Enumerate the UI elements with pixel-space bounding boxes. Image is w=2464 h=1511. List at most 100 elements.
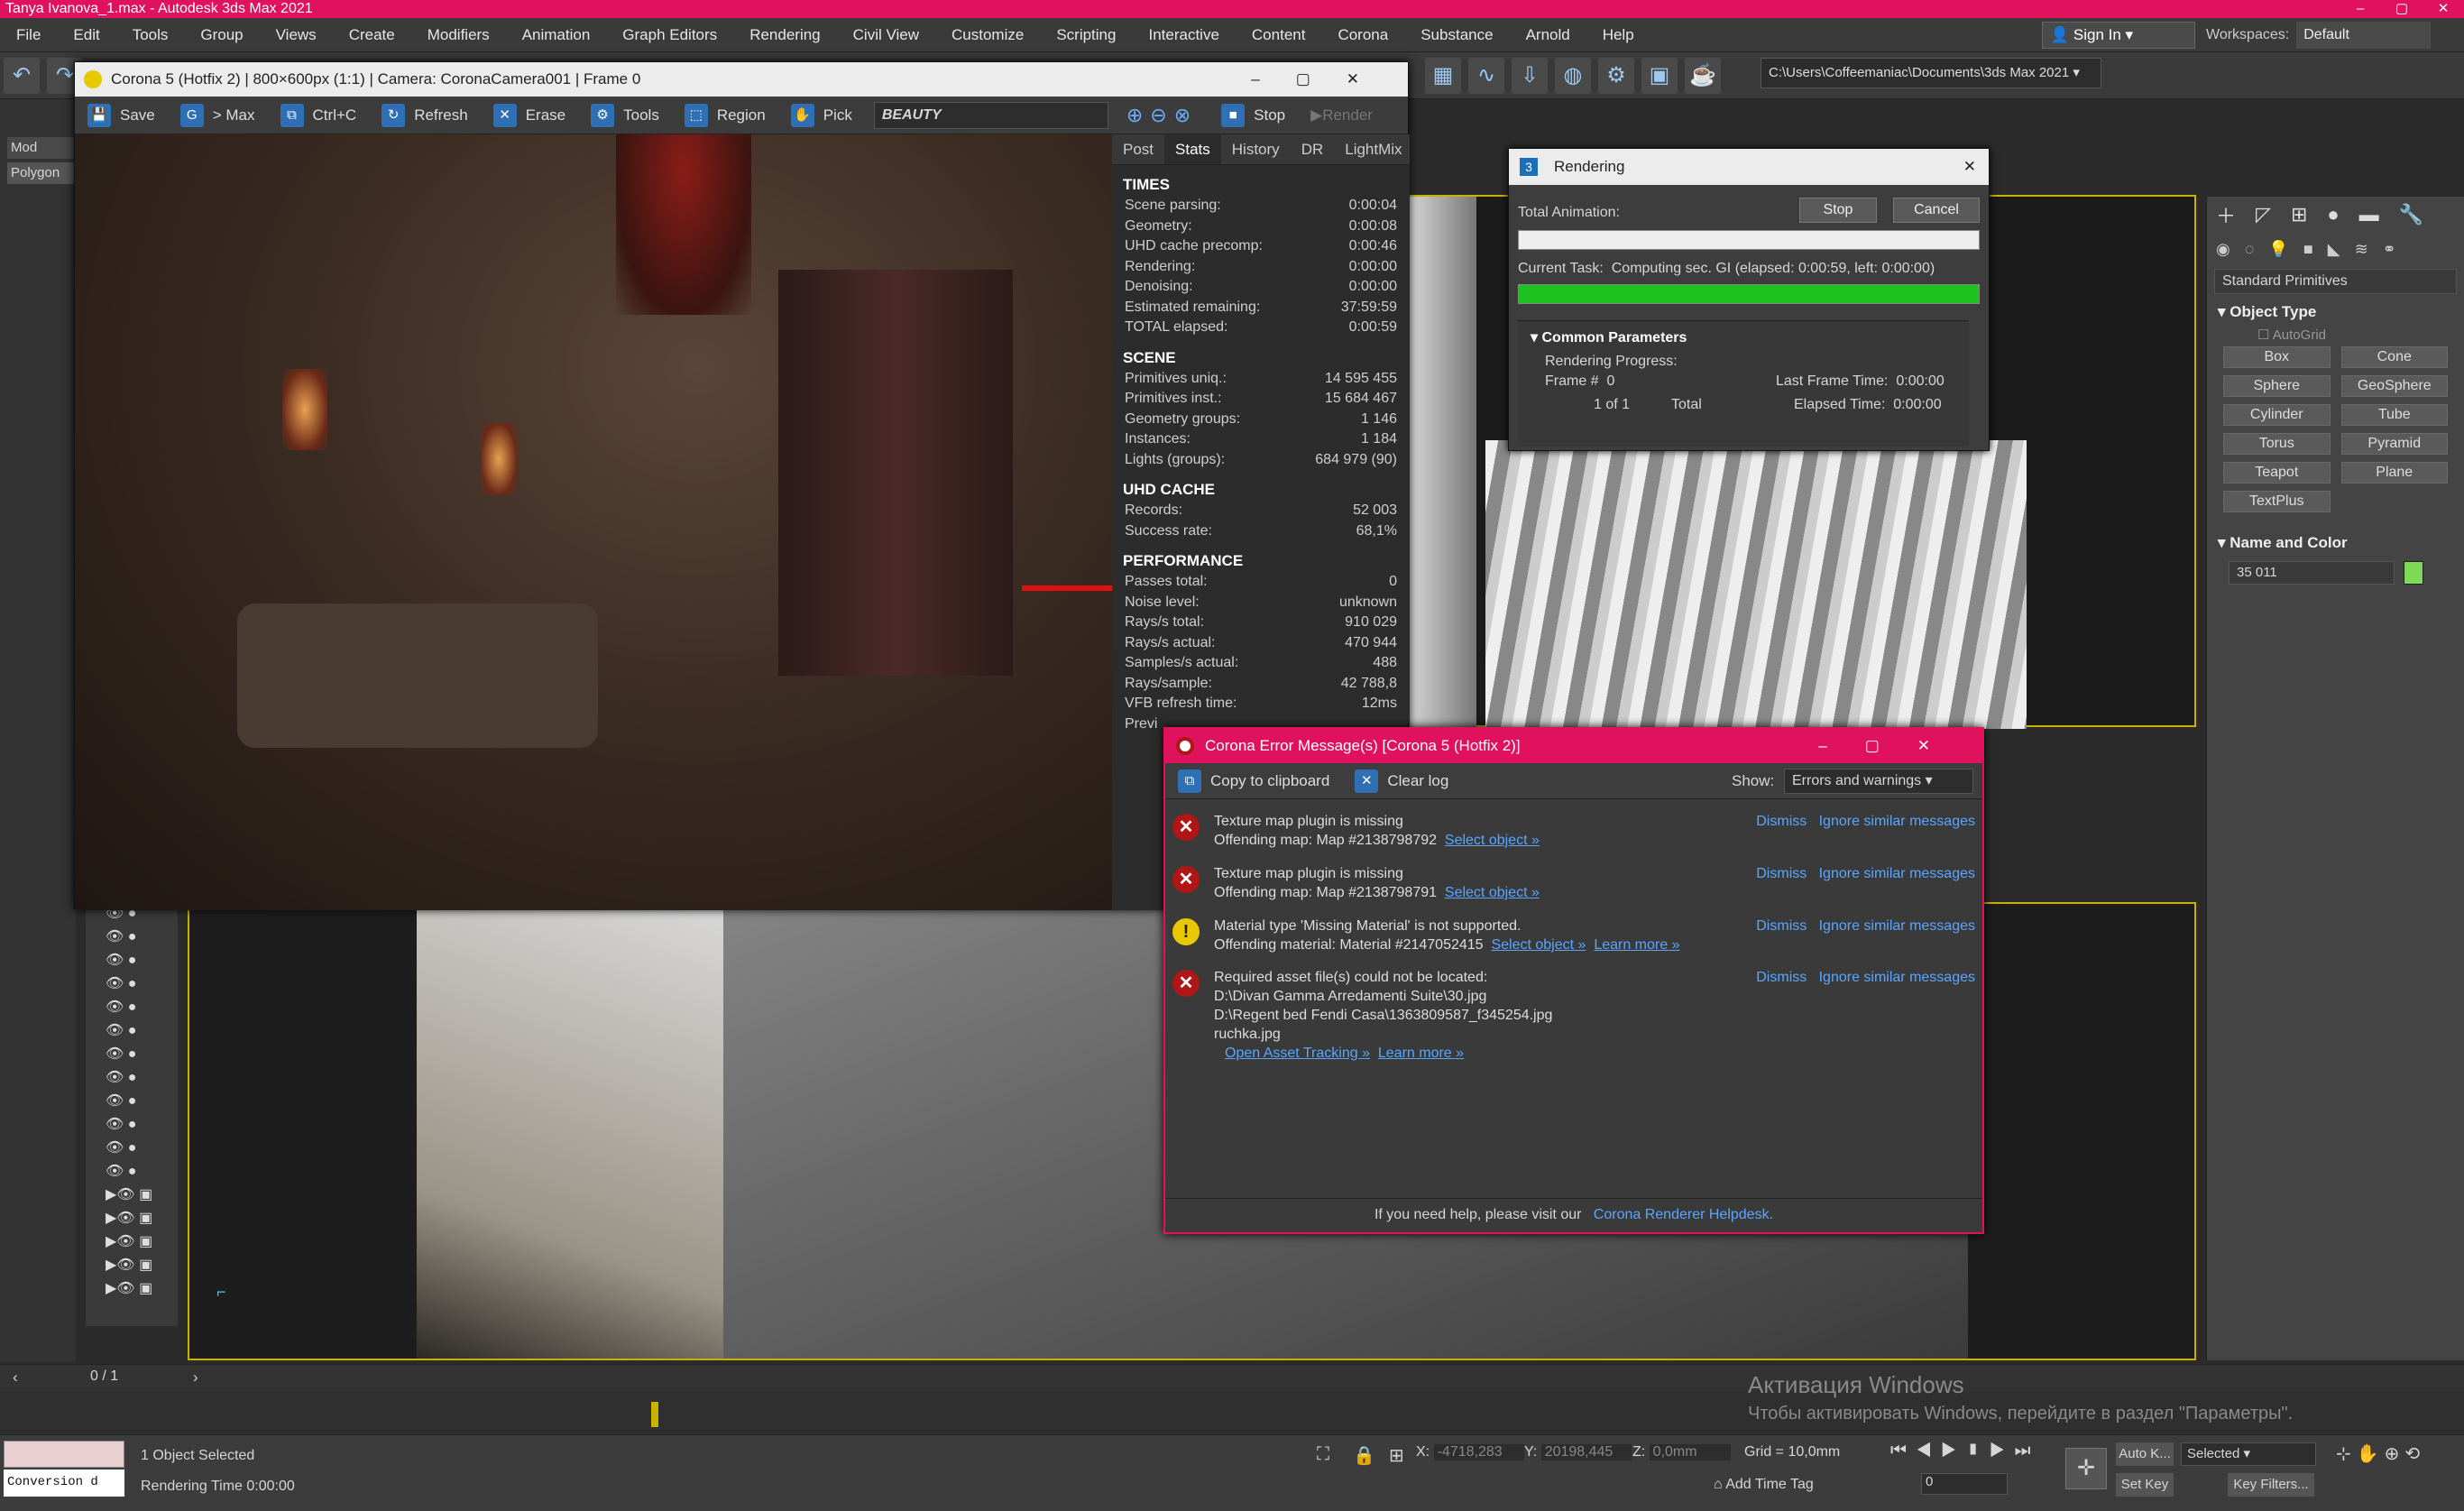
- tab-post[interactable]: Post: [1112, 134, 1164, 164]
- menu-civil-view[interactable]: Civil View: [837, 18, 935, 52]
- torus-button[interactable]: Torus: [2223, 433, 2331, 455]
- current-frame-field[interactable]: 0: [1921, 1473, 2008, 1495]
- ignore-similar-link[interactable]: Ignore similar messages: [1819, 918, 1975, 934]
- render-setup-icon[interactable]: ⚙: [1598, 57, 1634, 94]
- time-slider-bar[interactable]: ‹ 0 / 1 ›: [0, 1364, 2464, 1391]
- menu-content[interactable]: Content: [1236, 18, 1322, 52]
- select-object-link[interactable]: Select object »: [1445, 833, 1540, 848]
- auto-key-button[interactable]: Auto K...: [2116, 1442, 2174, 1466]
- menu-tools[interactable]: Tools: [116, 18, 185, 52]
- vfb-window-controls[interactable]: –▢✕: [1251, 62, 1395, 97]
- sign-in-button[interactable]: 👤 Sign In ▾: [2042, 22, 2195, 49]
- layer-explorer-icon[interactable]: ▦: [1425, 57, 1461, 94]
- open-asset-tracking-link[interactable]: Open Asset Tracking »: [1225, 1046, 1370, 1061]
- menu-interactive[interactable]: Interactive: [1132, 18, 1235, 52]
- undo-icon[interactable]: ↶: [4, 57, 40, 94]
- playback-controls[interactable]: ⏮◀▶▮▶⏭: [1890, 1441, 2040, 1461]
- name-color-header[interactable]: ▾ Name and Color: [2207, 529, 2464, 557]
- pyramid-button[interactable]: Pyramid: [2340, 433, 2448, 455]
- autogrid-checkbox[interactable]: ☐ AutoGrid: [2207, 327, 2464, 343]
- menu-customize[interactable]: Customize: [935, 18, 1040, 52]
- menu-create[interactable]: Create: [333, 18, 411, 52]
- project-path-field[interactable]: C:\Users\Coffeemaniac\Documents\3ds Max …: [1761, 58, 2101, 88]
- cylinder-button[interactable]: Cylinder: [2223, 404, 2331, 426]
- box-button[interactable]: Box: [2223, 346, 2331, 368]
- spacewarps-icon[interactable]: ≋: [2355, 240, 2368, 259]
- utilities-tab-icon[interactable]: 🔧: [2399, 203, 2423, 226]
- dismiss-link[interactable]: Dismiss: [1756, 814, 1807, 829]
- dismiss-link[interactable]: Dismiss: [1756, 970, 1807, 985]
- learn-more-link[interactable]: Learn more »: [1594, 937, 1679, 953]
- systems-icon[interactable]: ⚭: [2383, 240, 2396, 259]
- dismiss-link[interactable]: Dismiss: [1756, 866, 1807, 881]
- tab-stats[interactable]: Stats: [1164, 134, 1221, 164]
- prev-frame-icon[interactable]: ‹: [13, 1368, 18, 1387]
- cone-button[interactable]: Cone: [2340, 346, 2448, 368]
- pick-button[interactable]: ✋ Pick: [778, 97, 865, 134]
- refresh-button[interactable]: ↻ Refresh: [369, 97, 481, 134]
- object-type-header[interactable]: ▾ Object Type: [2207, 298, 2464, 327]
- render-pass-dropdown[interactable]: BEAUTY: [873, 101, 1108, 129]
- maxscript-input[interactable]: Conversion d: [4, 1470, 124, 1497]
- curve-editor-icon[interactable]: ∿: [1468, 57, 1504, 94]
- zoom-out-icon[interactable]: ⊖: [1150, 104, 1166, 127]
- menu-scripting[interactable]: Scripting: [1040, 18, 1132, 52]
- tab-lightmix[interactable]: LightMix: [1334, 134, 1412, 164]
- helpers-icon[interactable]: ◣: [2328, 240, 2340, 259]
- geosphere-button[interactable]: GeoSphere: [2340, 375, 2448, 397]
- maxscript-listener[interactable]: [4, 1441, 124, 1468]
- close-icon[interactable]: ✕: [1963, 149, 1976, 185]
- tools-button[interactable]: ⚙ Tools: [578, 97, 672, 134]
- tab-history[interactable]: History: [1221, 134, 1291, 164]
- shapes-icon[interactable]: ◌: [2245, 240, 2255, 259]
- menu-graph-editors[interactable]: Graph Editors: [606, 18, 733, 52]
- tab-dr[interactable]: DR: [1291, 134, 1335, 164]
- coordinates-mode-icon[interactable]: ⊞: [1389, 1444, 1404, 1467]
- select-object-link[interactable]: Select object »: [1445, 885, 1540, 900]
- close-icon[interactable]: ✕: [2423, 0, 2464, 18]
- display-tab-icon[interactable]: ▬: [2359, 203, 2379, 226]
- x-coordinate-field[interactable]: -4718,283: [1433, 1444, 1524, 1460]
- zoom-in-icon[interactable]: ⊕: [1126, 104, 1143, 127]
- motion-tab-icon[interactable]: ●: [2327, 203, 2339, 226]
- error-window-controls[interactable]: –▢✕: [1818, 729, 1968, 763]
- render-image[interactable]: [75, 134, 1112, 910]
- textplus-button[interactable]: TextPlus: [2223, 491, 2331, 512]
- menu-arnold[interactable]: Arnold: [1510, 18, 1586, 52]
- object-color-swatch[interactable]: [2404, 561, 2423, 585]
- material-editor-icon[interactable]: ◍: [1555, 57, 1591, 94]
- save-button[interactable]: 💾 Save: [75, 97, 168, 134]
- plane-button[interactable]: Plane: [2340, 462, 2448, 484]
- geometry-icon[interactable]: ◉: [2216, 240, 2230, 259]
- add-time-tag-button[interactable]: ⌂ Add Time Tag: [1714, 1477, 1814, 1493]
- menu-group[interactable]: Group: [184, 18, 259, 52]
- menu-views[interactable]: Views: [260, 18, 333, 52]
- next-frame-icon[interactable]: ›: [193, 1368, 198, 1387]
- key-mode-icon[interactable]: ✛: [2065, 1448, 2107, 1489]
- copy-to-clipboard-button[interactable]: ⧉ Copy to clipboard: [1165, 762, 1342, 800]
- menu-file[interactable]: File: [0, 18, 57, 52]
- tab-mod[interactable]: Mod: [7, 137, 76, 159]
- y-coordinate-field[interactable]: 20198,445: [1540, 1444, 1632, 1460]
- maximize-icon[interactable]: ▢: [2381, 0, 2423, 18]
- viewport-nav-controls[interactable]: ⊹✋⊕⟲: [2336, 1442, 2425, 1465]
- menu-corona[interactable]: Corona: [1321, 18, 1404, 52]
- menu-rendering[interactable]: Rendering: [733, 18, 836, 52]
- ignore-similar-link[interactable]: Ignore similar messages: [1819, 970, 1975, 985]
- ignore-similar-link[interactable]: Ignore similar messages: [1819, 814, 1975, 829]
- z-coordinate-field[interactable]: 0,0mm: [1649, 1444, 1731, 1460]
- clear-log-button[interactable]: ✕ Clear log: [1342, 762, 1461, 800]
- erase-button[interactable]: ✕ Erase: [481, 97, 578, 134]
- primitives-dropdown[interactable]: Standard Primitives: [2214, 269, 2457, 294]
- to-max-button[interactable]: G > Max: [168, 97, 268, 134]
- key-set-dropdown[interactable]: Selected ▾: [2181, 1442, 2316, 1466]
- lights-icon[interactable]: 💡: [2268, 240, 2288, 259]
- minimize-icon[interactable]: –: [2340, 0, 2381, 18]
- cancel-render-button[interactable]: Cancel: [1893, 198, 1980, 223]
- object-name-field[interactable]: 35 011: [2229, 561, 2395, 585]
- create-tab-icon[interactable]: ＋: [2216, 200, 2236, 229]
- set-key-button[interactable]: Set Key: [2116, 1473, 2174, 1497]
- copy-button[interactable]: ⧉ Ctrl+C: [268, 97, 370, 134]
- menu-edit[interactable]: Edit: [57, 18, 115, 52]
- ignore-similar-link[interactable]: Ignore similar messages: [1819, 866, 1975, 881]
